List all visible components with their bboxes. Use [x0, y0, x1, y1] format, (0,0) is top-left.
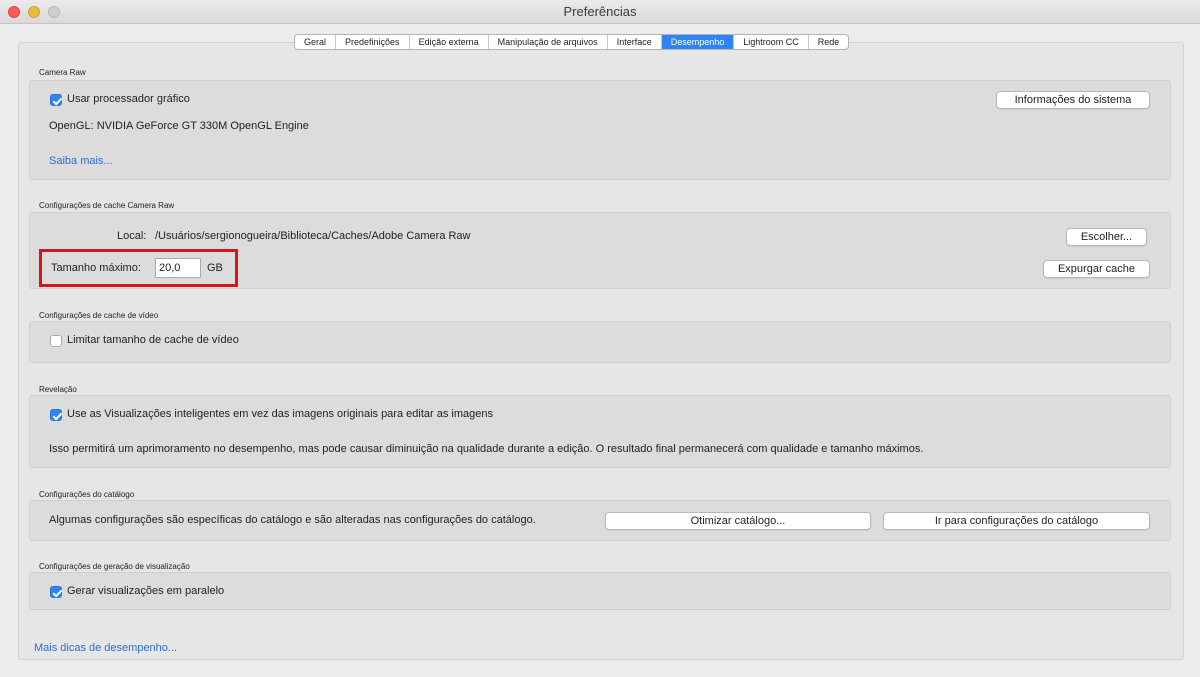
- smart-previews-checkbox[interactable]: [50, 409, 62, 421]
- opengl-info-text: OpenGL: NVIDIA GeForce GT 330M OpenGL En…: [49, 120, 309, 132]
- preferences-tabs: Geral Predefinições Edição externa Manip…: [294, 34, 850, 50]
- use-gpu-checkbox[interactable]: [50, 94, 62, 106]
- tab-rede[interactable]: Rede: [809, 35, 849, 49]
- tab-geral[interactable]: Geral: [295, 35, 337, 49]
- learn-more-link[interactable]: Saiba mais...: [49, 155, 113, 167]
- tab-desempenho[interactable]: Desempenho: [661, 35, 735, 49]
- optimize-catalog-button[interactable]: Otimizar catálogo...: [605, 512, 871, 530]
- cache-location-path: /Usuários/sergionogueira/Biblioteca/Cach…: [155, 230, 471, 242]
- parallel-previews-label: Gerar visualizações em paralelo: [67, 585, 225, 597]
- parallel-previews-checkbox[interactable]: [50, 586, 62, 598]
- develop-section-label: Revelação: [39, 385, 77, 394]
- tab-lightroom-cc[interactable]: Lightroom CC: [734, 35, 809, 49]
- title-bar: Preferências: [0, 0, 1200, 24]
- video-cache-section-label: Configurações de cache de vídeo: [39, 311, 159, 320]
- catalog-description: Algumas configurações são específicas do…: [49, 514, 536, 526]
- catalog-section-label: Configurações do catálogo: [39, 490, 135, 499]
- camera-raw-section-label: Camera Raw: [39, 68, 86, 77]
- max-size-highlight-box: [39, 249, 238, 287]
- catalog-settings-button[interactable]: Ir para configurações do catálogo: [883, 512, 1150, 530]
- use-gpu-label: Usar processador gráfico: [67, 93, 190, 105]
- purge-cache-button[interactable]: Expurgar cache: [1043, 260, 1150, 278]
- system-info-button[interactable]: Informações do sistema: [996, 91, 1150, 109]
- develop-group: [29, 395, 1171, 468]
- smart-previews-note: Isso permitirá um aprimoramento no desem…: [49, 443, 924, 455]
- window-title: Preferências: [563, 4, 637, 19]
- limit-video-cache-checkbox[interactable]: [50, 335, 62, 347]
- tab-predefinicoes[interactable]: Predefinições: [336, 35, 410, 49]
- cache-section-label: Configurações de cache Camera Raw: [39, 201, 175, 210]
- limit-video-cache-label: Limitar tamanho de cache de vídeo: [67, 334, 239, 346]
- preferences-window: Preferências Geral Predefinições Edição …: [0, 0, 1200, 677]
- choose-location-button[interactable]: Escolher...: [1066, 228, 1147, 246]
- smart-previews-label: Use as Visualizações inteligentes em vez…: [67, 408, 493, 420]
- more-performance-tips-link[interactable]: Mais dicas de desempenho...: [34, 642, 177, 654]
- tab-interface[interactable]: Interface: [608, 35, 662, 49]
- preview-generation-section-label: Configurações de geração de visualização: [39, 562, 190, 571]
- cache-location-label: Local:: [117, 230, 147, 242]
- tab-manipulacao-arquivos[interactable]: Manipulação de arquivos: [489, 35, 608, 49]
- tab-edicao-externa[interactable]: Edição externa: [410, 35, 489, 49]
